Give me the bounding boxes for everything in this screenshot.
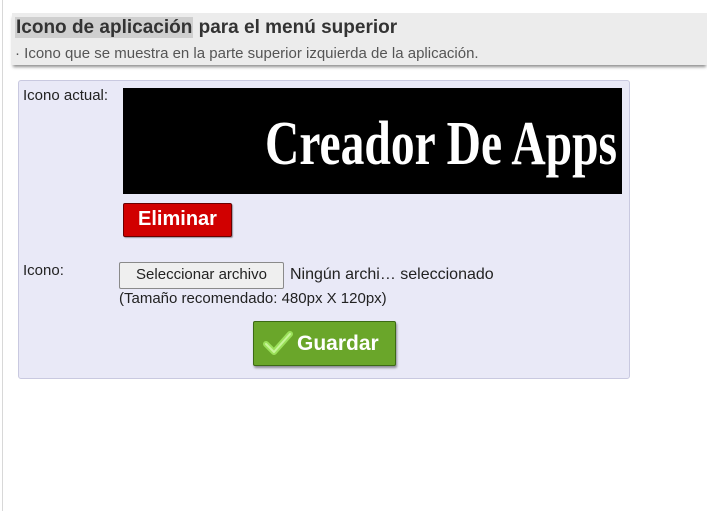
current-icon-label: Icono actual: bbox=[23, 87, 109, 104]
section-title-rest: para el menú superior bbox=[193, 17, 398, 38]
left-divider bbox=[2, 0, 3, 511]
current-icon-preview: Creador De Apps bbox=[123, 88, 622, 194]
icon-form-panel: Icono actual: Creador De Apps Eliminar I… bbox=[18, 80, 630, 379]
save-button-label: Guardar bbox=[297, 332, 379, 355]
app-logo-text: Creador De Apps bbox=[265, 110, 617, 178]
recommended-size-hint: (Tamaño recomendado: 480px X 120px) bbox=[119, 290, 387, 307]
icon-field-label: Icono: bbox=[23, 262, 64, 279]
checkmark-icon bbox=[263, 331, 293, 355]
section-title-highlight: Icono de aplicación bbox=[15, 17, 194, 38]
section-subtitle: · Icono que se muestra en la parte super… bbox=[15, 45, 479, 62]
app-logo-image: Creador De Apps bbox=[123, 88, 622, 194]
section-title: Icono de aplicación para el menú superio… bbox=[15, 17, 397, 39]
choose-file-button[interactable]: Seleccionar archivo bbox=[119, 262, 284, 289]
file-status-text: Ningún archi… seleccionado bbox=[290, 266, 494, 283]
delete-icon-button[interactable]: Eliminar bbox=[123, 203, 232, 237]
save-button[interactable]: Guardar bbox=[253, 321, 396, 366]
section-header: Icono de aplicación para el menú superio… bbox=[12, 13, 707, 65]
